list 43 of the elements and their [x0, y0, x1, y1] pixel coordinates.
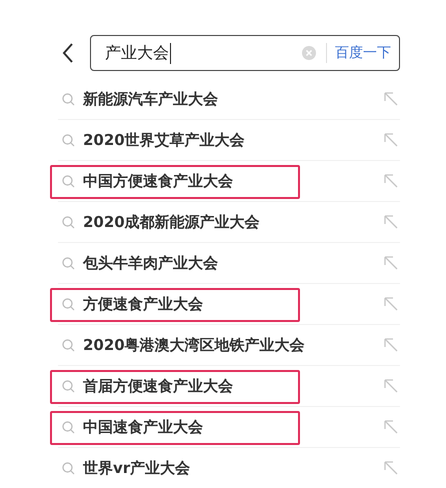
search-icon: [62, 134, 75, 146]
search-icon: [62, 256, 75, 270]
suggestion-text: 首届方便速食产业大会: [83, 376, 234, 396]
suggestion-item[interactable]: 2020粤港澳大湾区地铁产业大会: [58, 325, 400, 366]
arrow-icon[interactable]: [384, 297, 398, 311]
suggestion-item[interactable]: 2020成都新能源产业大会: [58, 202, 400, 243]
search-icon: [62, 380, 75, 392]
arrow-icon[interactable]: [384, 379, 398, 393]
search-button[interactable]: 百度一下: [335, 44, 391, 62]
arrow-icon[interactable]: [384, 338, 398, 352]
suggestion-text: 中国速食产业大会: [83, 418, 204, 436]
arrow-icon[interactable]: [384, 215, 398, 229]
suggestion-text: 世界vr产业大会: [83, 458, 192, 478]
suggestion-item[interactable]: 世界vr产业大会: [58, 448, 400, 488]
search-field[interactable]: 产业大会 百度一下: [90, 35, 400, 71]
arrow-icon[interactable]: [384, 420, 398, 434]
search-icon: [62, 462, 75, 474]
suggestion-item[interactable]: 方便速食产业大会: [58, 284, 400, 325]
suggestion-text: 新能源汽车产业大会: [83, 90, 219, 108]
search-icon: [62, 216, 75, 228]
search-icon: [62, 420, 75, 434]
suggestion-text: 2020世界艾草产业大会: [83, 130, 246, 150]
suggestion-item[interactable]: 新能源汽车产业大会: [58, 79, 400, 120]
search-icon: [62, 174, 75, 188]
arrow-icon[interactable]: [384, 256, 398, 270]
search-icon: [62, 298, 75, 310]
search-icon: [62, 338, 75, 352]
arrow-icon[interactable]: [384, 174, 398, 188]
search-icon: [62, 92, 75, 106]
arrow-icon[interactable]: [384, 92, 398, 106]
suggestion-text: 包头牛羊肉产业大会: [83, 254, 219, 272]
suggestion-text: 方便速食产业大会: [83, 294, 204, 314]
suggestion-item[interactable]: 首届方便速食产业大会: [58, 366, 400, 407]
suggestion-item[interactable]: 中国方便速食产业大会: [58, 161, 400, 202]
suggestion-item[interactable]: 中国速食产业大会: [58, 407, 400, 448]
suggestion-text: 中国方便速食产业大会: [83, 172, 234, 190]
suggestion-item[interactable]: 包头牛羊肉产业大会: [58, 243, 400, 284]
arrow-icon[interactable]: [384, 133, 398, 147]
arrow-icon[interactable]: [384, 461, 398, 475]
suggestion-item[interactable]: 2020世界艾草产业大会: [58, 120, 400, 161]
suggestion-text: 2020粤港澳大湾区地铁产业大会: [83, 336, 306, 354]
suggestion-text: 2020成都新能源产业大会: [83, 212, 261, 232]
clear-icon[interactable]: [302, 46, 316, 60]
